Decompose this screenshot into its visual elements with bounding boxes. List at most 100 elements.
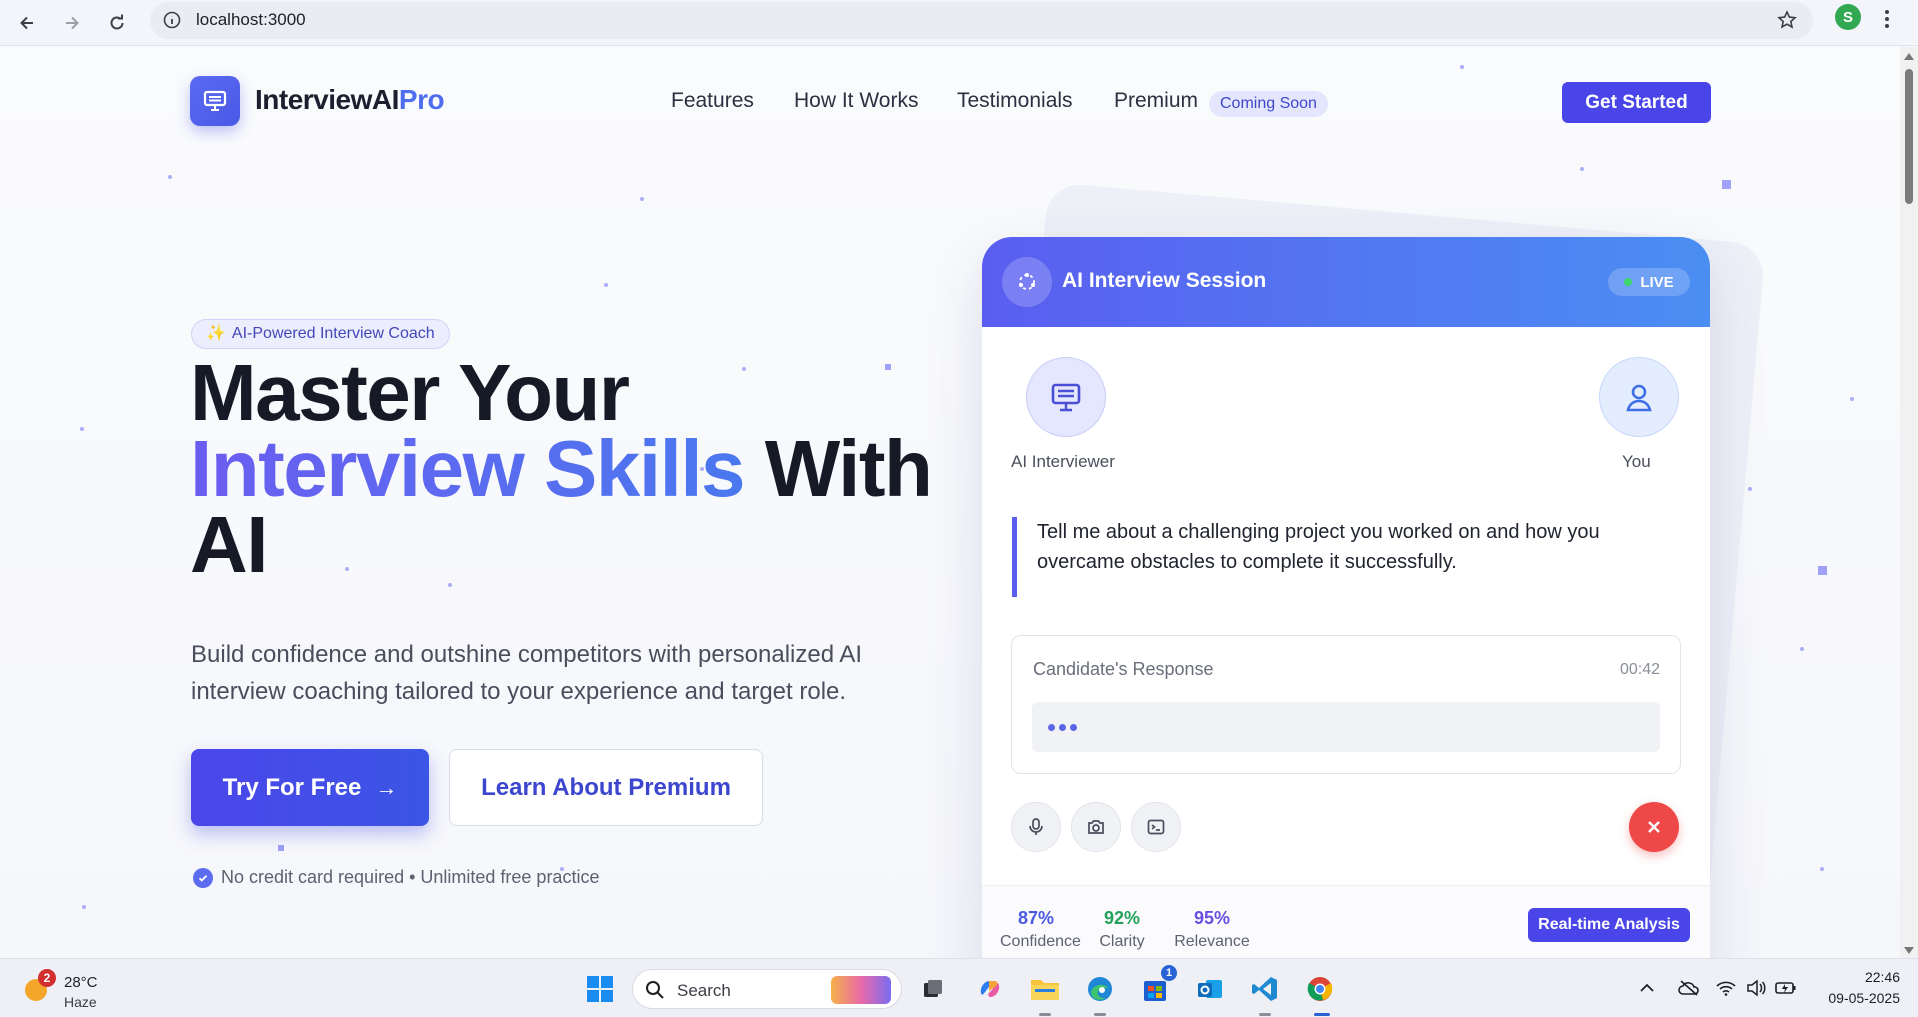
metric-confidence: 87% Confidence [1000, 908, 1081, 951]
clock-date: 09-05-2025 [1828, 990, 1900, 1006]
camera-button[interactable] [1071, 802, 1121, 852]
try-for-free-button[interactable]: Try For Free → [191, 749, 429, 826]
copilot-icon[interactable] [972, 971, 1008, 1007]
volume-icon[interactable] [1745, 977, 1767, 999]
onedrive-offline-icon[interactable] [1678, 977, 1700, 999]
running-indicator [1094, 1013, 1106, 1016]
hero-title-highlight: Interview Skills [190, 424, 746, 513]
back-arrow-icon [20, 16, 33, 30]
decor-dot [1748, 487, 1752, 491]
scroll-down-arrow-icon[interactable] [1904, 947, 1914, 954]
close-icon [1648, 821, 1660, 833]
show-hidden-icons-chevron-icon[interactable] [1636, 977, 1658, 999]
task-view-icon[interactable] [915, 971, 951, 1007]
logo-accent-text: Pro [398, 84, 445, 115]
try-for-free-label: Try For Free [222, 773, 362, 801]
hero-subtitle: Build confidence and outshine competitor… [191, 641, 863, 705]
learn-about-premium-button[interactable]: Learn About Premium [449, 749, 763, 826]
address-bar[interactable]: localhost:3000 [150, 2, 1813, 39]
decor-dot [168, 175, 172, 179]
wifi-icon[interactable] [1715, 977, 1737, 999]
interview-session-card: AI Interview Session LIVE AI Interviewer… [982, 237, 1710, 958]
forward-button[interactable] [55, 6, 89, 40]
ai-interviewer-avatar [1026, 357, 1106, 437]
hero-title-line1: Master Your [190, 348, 630, 437]
monitor-icon [1051, 383, 1081, 412]
metric-value: 87% [1017, 908, 1055, 928]
page-viewport: InterviewAIPro Features How It Works Tes… [0, 47, 1900, 958]
decor-dot [82, 905, 86, 909]
hero-title-with: With [764, 424, 933, 513]
metric-relevance: 95% Relevance [1172, 908, 1252, 951]
nav-features[interactable]: Features [671, 89, 754, 113]
metric-clarity: 92% Clarity [1090, 908, 1154, 951]
typing-dot [1059, 723, 1066, 731]
taskbar-search[interactable]: Search [632, 969, 902, 1009]
start-button[interactable] [582, 971, 618, 1007]
hero-note: No credit card required • Unlimited free… [193, 867, 599, 888]
running-indicator [1259, 1013, 1271, 1016]
live-dot-icon [1624, 278, 1633, 286]
coming-soon-badge: Coming Soon [1209, 91, 1328, 117]
metric-label: Confidence [1000, 933, 1081, 950]
get-started-button[interactable]: Get Started [1562, 82, 1711, 123]
taskbar: 2 28°C Haze Search 1 22:46 09-05-2025 [0, 958, 1918, 1017]
vscode-icon[interactable] [1247, 971, 1283, 1007]
nav-testimonials[interactable]: Testimonials [957, 89, 1073, 113]
nav-premium[interactable]: Premium [1114, 89, 1198, 113]
hero-badge: ✨ AI-Powered Interview Coach [191, 319, 450, 349]
edge-browser-icon[interactable] [1082, 971, 1118, 1007]
decor-square [1722, 180, 1731, 189]
decor-square [1818, 566, 1827, 575]
windows-logo-icon [587, 976, 613, 1002]
url-text[interactable]: localhost:3000 [196, 10, 306, 30]
microphone-button[interactable] [1011, 802, 1061, 852]
microsoft-store-icon[interactable]: 1 [1137, 965, 1177, 1007]
bookmark-star-icon[interactable] [1775, 8, 1799, 32]
analysis-metrics: 87% Confidence 92% Clarity 95% Relevance… [982, 885, 1710, 958]
typing-dot [1070, 723, 1077, 731]
chrome-icon[interactable] [1302, 971, 1338, 1007]
sparkle-icon: ✨ [206, 325, 226, 342]
file-explorer-icon[interactable] [1027, 971, 1063, 1007]
real-time-analysis-button[interactable]: Real-time Analysis [1528, 908, 1690, 942]
system-clock[interactable]: 22:46 09-05-2025 [1815, 967, 1900, 1009]
decor-dot [1800, 647, 1804, 651]
typing-dot [1048, 723, 1055, 731]
session-network-icon [1002, 257, 1052, 307]
running-indicator [1039, 1013, 1051, 1016]
verified-check-icon [193, 867, 213, 888]
decor-dot [80, 427, 84, 431]
metric-label: Relevance [1174, 933, 1250, 950]
terminal-icon [1147, 819, 1165, 835]
reload-button[interactable] [100, 6, 134, 40]
interview-question: Tell me about a challenging project you … [1012, 517, 1672, 597]
decor-dot [604, 283, 608, 287]
live-badge: LIVE [1608, 268, 1690, 296]
user-icon [1626, 384, 1652, 412]
logo-icon[interactable] [190, 76, 240, 126]
weather-condition: Haze [64, 994, 97, 1010]
candidate-response-panel: Candidate's Response 00:42 [1011, 635, 1681, 774]
end-session-button[interactable] [1629, 802, 1679, 852]
site-info-icon[interactable] [160, 8, 184, 32]
battery-icon[interactable] [1775, 977, 1797, 999]
terminal-button[interactable] [1131, 802, 1181, 852]
clock-time: 22:46 [1864, 969, 1900, 985]
metric-value: 95% [1193, 908, 1231, 928]
weather-notification-badge: 2 [38, 969, 56, 987]
weather-widget[interactable]: 2 28°C Haze [20, 969, 130, 1010]
back-button[interactable] [10, 6, 44, 40]
profile-avatar[interactable]: S [1835, 4, 1861, 30]
nav-how-it-works[interactable]: How It Works [794, 89, 918, 113]
decor-dot [1850, 397, 1854, 401]
hero-title: Master Your Interview Skills With AI [190, 348, 933, 585]
browser-menu-icon[interactable] [1870, 2, 1904, 36]
session-title: AI Interview Session [1062, 269, 1267, 292]
page-scrollbar[interactable] [1900, 47, 1918, 958]
session-header: AI Interview Session LIVE [982, 237, 1710, 327]
scrollbar-thumb[interactable] [1905, 69, 1913, 204]
logo-wordmark[interactable]: InterviewAIPro [255, 84, 445, 116]
outlook-icon[interactable] [1192, 971, 1228, 1007]
scroll-up-arrow-icon[interactable] [1904, 53, 1914, 60]
